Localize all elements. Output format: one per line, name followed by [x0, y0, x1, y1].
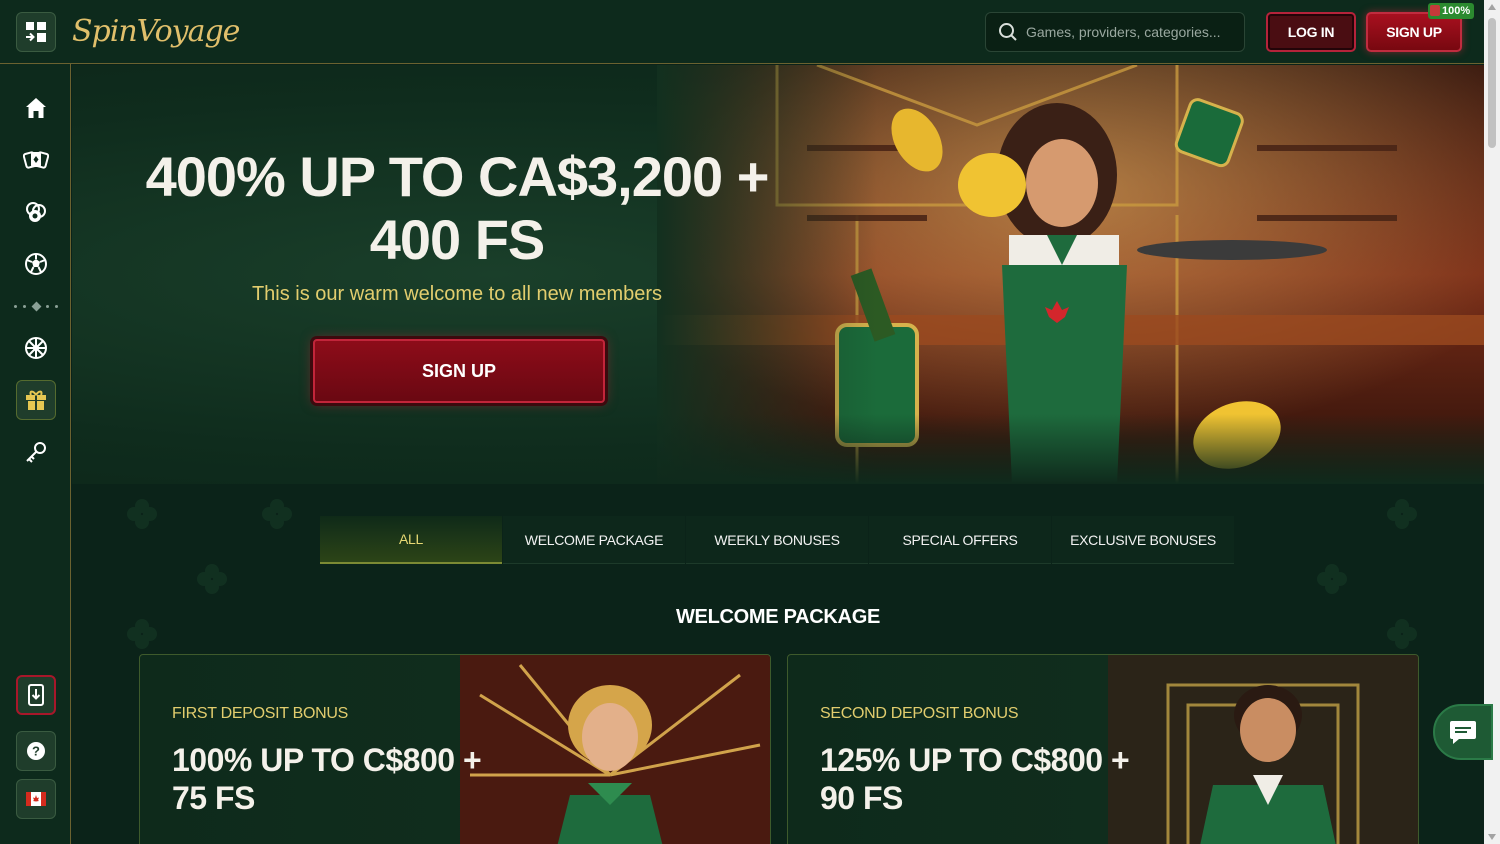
- wheel-icon: [25, 337, 47, 359]
- gift-icon: [26, 390, 46, 410]
- tab-exclusive-bonuses[interactable]: EXCLUSIVE BONUSES: [1052, 516, 1234, 564]
- scroll-up-icon[interactable]: [1488, 4, 1496, 10]
- promo-card-second-deposit[interactable]: SECOND DEPOSIT BONUS 125% UP TO C$800 + …: [787, 654, 1419, 844]
- search-icon: [999, 23, 1017, 41]
- hero-banner: 400% UP TO CA$3,200 + 400 FS This is our…: [72, 65, 1484, 484]
- bonus-badge-text: 100%: [1442, 5, 1471, 17]
- sidebar-item-sports[interactable]: [16, 244, 56, 284]
- svg-text:?: ?: [32, 744, 40, 759]
- gift-icon: [1430, 5, 1440, 16]
- sidebar-item-wheel[interactable]: [16, 328, 56, 368]
- sidebar-item-vip[interactable]: [16, 432, 56, 472]
- login-button[interactable]: LOG IN: [1266, 12, 1356, 52]
- card-title: 100% UP TO C$800 + 75 FS: [172, 741, 512, 817]
- tab-weekly-bonuses[interactable]: WEEKLY BONUSES: [686, 516, 868, 564]
- chips-icon: [26, 202, 46, 222]
- hero-title: 400% UP TO CA$3,200 + 400 FS: [142, 145, 772, 271]
- collapse-menu-icon: [26, 22, 46, 42]
- scroll-down-icon[interactable]: [1488, 834, 1496, 840]
- sidebar-item-install-app[interactable]: [16, 675, 56, 715]
- top-bar: SpinVoyage LOG IN SIGN UP 100%: [0, 0, 1484, 64]
- promotions-section: ALL WELCOME PACKAGE WEEKLY BONUSES SPECI…: [72, 484, 1484, 844]
- sidebar-item-live-casino[interactable]: [16, 192, 56, 232]
- hero-signup-button[interactable]: SIGN UP: [313, 339, 605, 403]
- live-chat-button[interactable]: [1433, 704, 1493, 760]
- sidebar-item-promotions[interactable]: [16, 380, 56, 420]
- section-title: WELCOME PACKAGE: [675, 606, 881, 628]
- chat-icon: [1450, 721, 1476, 744]
- help-icon: ?: [27, 742, 45, 760]
- scrollbar-thumb[interactable]: [1488, 18, 1496, 148]
- bonus-badge: 100%: [1428, 3, 1475, 19]
- tab-all[interactable]: ALL: [320, 516, 502, 564]
- tab-welcome-package[interactable]: WELCOME PACKAGE: [503, 516, 685, 564]
- canada-flag-icon: [26, 792, 46, 806]
- sidebar: ?: [0, 64, 71, 844]
- sidebar-toggle-button[interactable]: [16, 12, 56, 52]
- card-label: SECOND DEPOSIT BONUS: [820, 705, 1019, 722]
- tab-special-offers[interactable]: SPECIAL OFFERS: [869, 516, 1051, 564]
- cards-icon: [23, 151, 49, 169]
- promo-tabs: ALL WELCOME PACKAGE WEEKLY BONUSES SPECI…: [320, 516, 1235, 564]
- sidebar-item-home[interactable]: [16, 88, 56, 128]
- card-title-line-2: 75 FS: [172, 780, 255, 816]
- search-input[interactable]: [1026, 24, 1236, 40]
- search-box[interactable]: [985, 12, 1245, 52]
- hero-fade-bottom: [657, 414, 1484, 484]
- soccer-ball-icon: [25, 253, 47, 275]
- key-icon: [26, 442, 46, 463]
- sidebar-item-help[interactable]: ?: [16, 731, 56, 771]
- promo-card-first-deposit[interactable]: FIRST DEPOSIT BONUS 100% UP TO C$800 + 7…: [139, 654, 771, 844]
- download-app-icon: [28, 684, 44, 706]
- sidebar-item-language[interactable]: [16, 779, 56, 819]
- card-title: 125% UP TO C$800 + 90 FS: [820, 741, 1160, 817]
- card-title-line-2: 90 FS: [820, 780, 903, 816]
- hero-title-line-2: 400 FS: [369, 208, 546, 271]
- card-title-line-1: 100% UP TO C$800 +: [172, 742, 482, 778]
- card-label: FIRST DEPOSIT BONUS: [172, 705, 348, 722]
- sidebar-item-casino[interactable]: [16, 140, 56, 180]
- card-title-line-1: 125% UP TO C$800 +: [820, 742, 1130, 778]
- hero-title-line-1: 400% UP TO CA$3,200 +: [145, 145, 770, 208]
- spinvoyage-logo[interactable]: SpinVoyage: [72, 8, 240, 56]
- home-icon: [26, 98, 46, 118]
- sidebar-divider: [14, 301, 58, 311]
- hero-subtitle: This is our warm welcome to all new memb…: [251, 283, 663, 305]
